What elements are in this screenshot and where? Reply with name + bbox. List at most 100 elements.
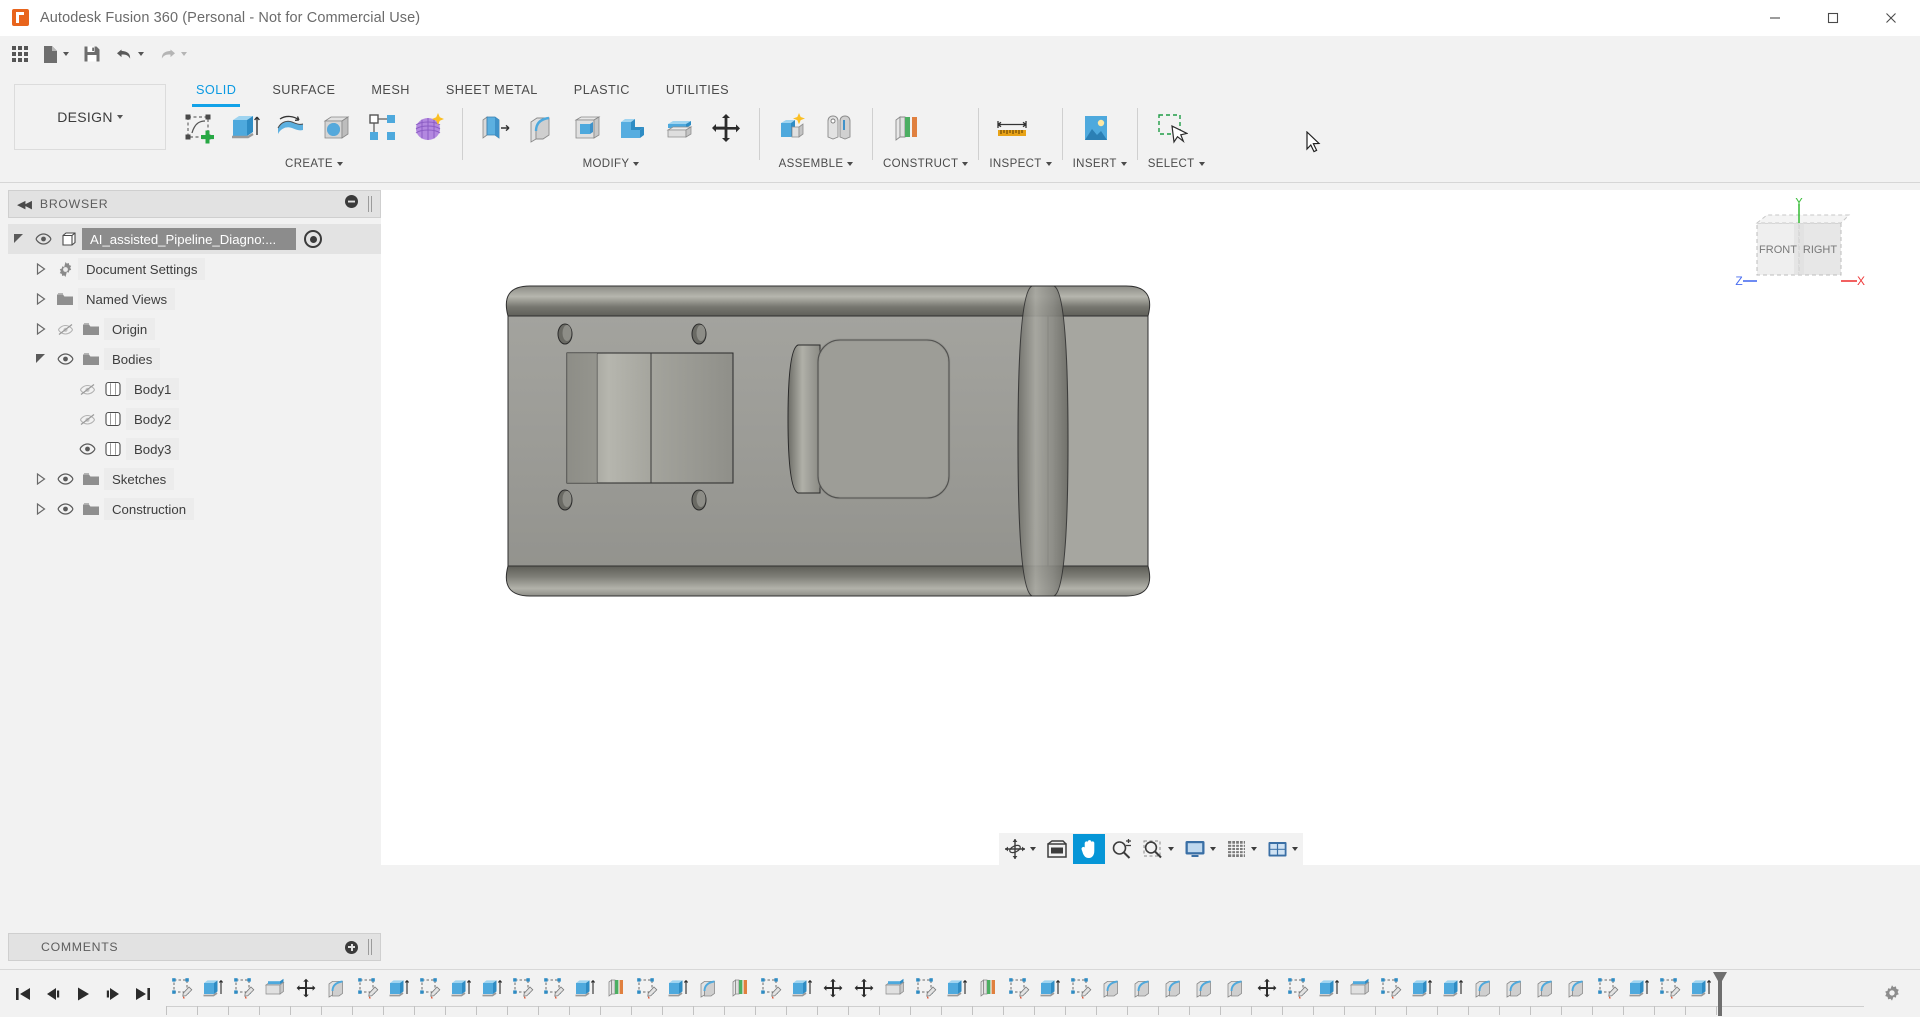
timeline-feature[interactable] bbox=[383, 972, 414, 1004]
timeline-feature[interactable] bbox=[1406, 972, 1437, 1004]
show-data-panel-button[interactable] bbox=[0, 36, 35, 72]
orbit-button[interactable] bbox=[999, 834, 1041, 864]
ribbon-group-label-create[interactable]: CREATE bbox=[176, 154, 452, 174]
visibility-toggle-icon[interactable] bbox=[52, 464, 78, 494]
timeline-feature[interactable] bbox=[724, 972, 755, 1004]
step-back-button[interactable] bbox=[38, 974, 68, 1014]
timeline-feature[interactable] bbox=[879, 972, 910, 1004]
pattern-button[interactable] bbox=[360, 104, 406, 152]
tree-item-body2[interactable]: Body2 bbox=[8, 404, 381, 434]
go-to-end-button[interactable] bbox=[128, 974, 158, 1014]
timeline-feature[interactable] bbox=[228, 972, 259, 1004]
timeline-feature[interactable] bbox=[1375, 972, 1406, 1004]
timeline-feature[interactable] bbox=[1003, 972, 1034, 1004]
timeline-feature[interactable] bbox=[817, 972, 848, 1004]
fillet-button[interactable] bbox=[519, 104, 565, 152]
timeline-feature[interactable] bbox=[1065, 972, 1096, 1004]
undo-button[interactable] bbox=[108, 36, 151, 72]
ribbon-group-label-construct[interactable]: CONSTRUCT bbox=[883, 154, 969, 174]
timeline-feature[interactable] bbox=[1251, 972, 1282, 1004]
shell-button[interactable] bbox=[565, 104, 611, 152]
timeline-feature[interactable] bbox=[1220, 972, 1251, 1004]
timeline-feature[interactable] bbox=[1158, 972, 1189, 1004]
viewports-button[interactable] bbox=[1262, 834, 1303, 864]
workspace-switcher[interactable]: DESIGN bbox=[14, 84, 166, 150]
timeline-feature[interactable] bbox=[631, 972, 662, 1004]
timeline-feature[interactable] bbox=[910, 972, 941, 1004]
tab-surface[interactable]: SURFACE bbox=[254, 76, 353, 104]
ribbon-group-label-insert[interactable]: INSERT bbox=[1073, 154, 1127, 174]
visibility-toggle-icon[interactable] bbox=[52, 494, 78, 524]
display-settings-button[interactable] bbox=[1179, 834, 1221, 864]
tab-plastic[interactable]: PLASTIC bbox=[556, 76, 648, 104]
timeline-feature[interactable] bbox=[662, 972, 693, 1004]
tree-item-named-views[interactable]: Named Views bbox=[8, 284, 381, 314]
tab-solid[interactable]: SOLID bbox=[178, 76, 254, 107]
timeline-feature[interactable] bbox=[1623, 972, 1654, 1004]
offset-face-button[interactable] bbox=[657, 104, 703, 152]
expander-collapsed-icon[interactable] bbox=[30, 464, 52, 494]
activate-component-icon[interactable] bbox=[304, 230, 323, 248]
timeline-settings-button[interactable] bbox=[1864, 970, 1920, 1017]
sweep-button[interactable] bbox=[314, 104, 360, 152]
timeline-feature[interactable] bbox=[476, 972, 507, 1004]
offset-plane-button[interactable] bbox=[883, 104, 929, 152]
tab-utilities[interactable]: UTILITIES bbox=[648, 76, 747, 104]
ribbon-group-label-modify[interactable]: MODIFY bbox=[473, 154, 749, 174]
expander-collapsed-icon[interactable] bbox=[30, 254, 52, 284]
expander-collapsed-icon[interactable] bbox=[30, 314, 52, 344]
go-to-beginning-button[interactable] bbox=[8, 974, 38, 1014]
expander-expanded-icon[interactable] bbox=[8, 224, 30, 254]
timeline-feature[interactable] bbox=[569, 972, 600, 1004]
timeline-feature[interactable] bbox=[1499, 972, 1530, 1004]
tree-item-body1[interactable]: Body1 bbox=[8, 374, 381, 404]
fit-button[interactable] bbox=[1137, 834, 1179, 864]
zoom-button[interactable] bbox=[1105, 834, 1137, 864]
collapse-left-icon[interactable]: ◀◀ bbox=[17, 198, 32, 211]
timeline-feature[interactable] bbox=[786, 972, 817, 1004]
ribbon-group-label-select[interactable]: SELECT bbox=[1148, 154, 1205, 174]
expander-collapsed-icon[interactable] bbox=[30, 284, 52, 314]
timeline-feature[interactable] bbox=[1282, 972, 1313, 1004]
timeline-marker[interactable] bbox=[1712, 971, 1728, 1016]
timeline-feature[interactable] bbox=[290, 972, 321, 1004]
timeline-track[interactable] bbox=[166, 970, 1864, 1017]
step-forward-button[interactable] bbox=[98, 974, 128, 1014]
timeline-feature[interactable] bbox=[1592, 972, 1623, 1004]
timeline-feature[interactable] bbox=[507, 972, 538, 1004]
visibility-toggle-hidden-icon[interactable] bbox=[52, 314, 78, 344]
view-cube[interactable]: FRONT RIGHT Y X Z bbox=[1735, 195, 1865, 303]
timeline-feature[interactable] bbox=[1096, 972, 1127, 1004]
tree-item-root[interactable]: AI_assisted_Pipeline_Diagno:... bbox=[8, 224, 381, 254]
tab-mesh[interactable]: MESH bbox=[353, 76, 427, 104]
visibility-toggle-icon[interactable] bbox=[74, 434, 100, 464]
timeline-feature[interactable] bbox=[1127, 972, 1158, 1004]
new-component-button[interactable] bbox=[770, 104, 816, 152]
timeline-feature[interactable] bbox=[445, 972, 476, 1004]
tree-item-body3[interactable]: Body3 bbox=[8, 434, 381, 464]
look-at-button[interactable] bbox=[1041, 834, 1073, 864]
pan-button[interactable] bbox=[1072, 834, 1105, 864]
add-comment-icon[interactable] bbox=[345, 940, 358, 954]
timeline-feature[interactable] bbox=[1034, 972, 1065, 1004]
create-sketch-button[interactable] bbox=[176, 104, 222, 152]
timeline-feature[interactable] bbox=[1437, 972, 1468, 1004]
timeline-feature[interactable] bbox=[1189, 972, 1220, 1004]
revolve-button[interactable] bbox=[268, 104, 314, 152]
panel-resize-grip[interactable] bbox=[368, 939, 372, 955]
timeline-feature[interactable] bbox=[166, 972, 197, 1004]
expander-expanded-icon[interactable] bbox=[30, 344, 52, 374]
tree-item-document-settings[interactable]: Document Settings bbox=[8, 254, 381, 284]
timeline-feature[interactable] bbox=[414, 972, 445, 1004]
tab-sheet-metal[interactable]: SHEET METAL bbox=[428, 76, 556, 104]
timeline-feature[interactable] bbox=[600, 972, 631, 1004]
redo-button[interactable] bbox=[151, 36, 194, 72]
panel-minus-icon[interactable] bbox=[345, 195, 358, 213]
timeline-feature[interactable] bbox=[1654, 972, 1685, 1004]
timeline-feature[interactable] bbox=[197, 972, 228, 1004]
press-pull-button[interactable] bbox=[473, 104, 519, 152]
grid-snaps-button[interactable] bbox=[1221, 834, 1262, 864]
timeline-feature[interactable] bbox=[848, 972, 879, 1004]
timeline-feature[interactable] bbox=[1468, 972, 1499, 1004]
ribbon-group-label-inspect[interactable]: INSPECT bbox=[989, 154, 1052, 174]
